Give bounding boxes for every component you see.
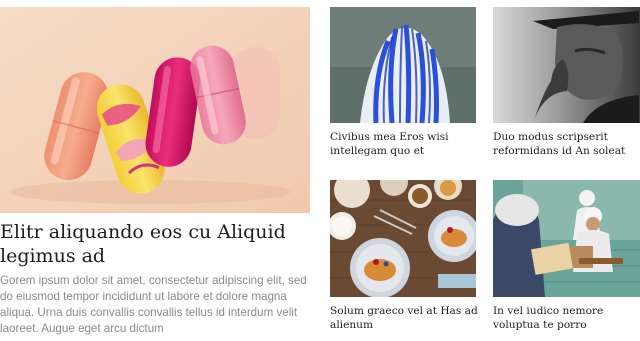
pills-image	[0, 7, 310, 213]
card-title-4[interactable]: In vel iudico nemore voluptua te porro	[493, 304, 640, 332]
card-title-3[interactable]: Solum graeco vel at Has ad alienum	[330, 304, 480, 332]
card-title-2[interactable]: Duo modus scripserit reformidans id An s…	[493, 130, 640, 158]
card-image-3[interactable]	[330, 180, 476, 297]
featured-article-excerpt: Gorem ipsum dolor sit amet, consectetur …	[0, 274, 307, 335]
card-title-1[interactable]: Civibus mea Eros wisi intellegam quo et	[330, 130, 480, 158]
featured-article-title[interactable]: Elitr aliquando eos cu Aliquid legimus a…	[0, 220, 312, 268]
featured-article-image[interactable]	[0, 7, 310, 213]
reading-children-image	[493, 180, 640, 297]
card-image-4[interactable]	[493, 180, 640, 297]
card-image-2[interactable]	[493, 7, 640, 123]
man-portrait-image	[493, 7, 640, 123]
card-image-1[interactable]	[330, 7, 476, 123]
blue-sculpture-image	[330, 7, 476, 123]
food-plates-image	[330, 180, 476, 297]
